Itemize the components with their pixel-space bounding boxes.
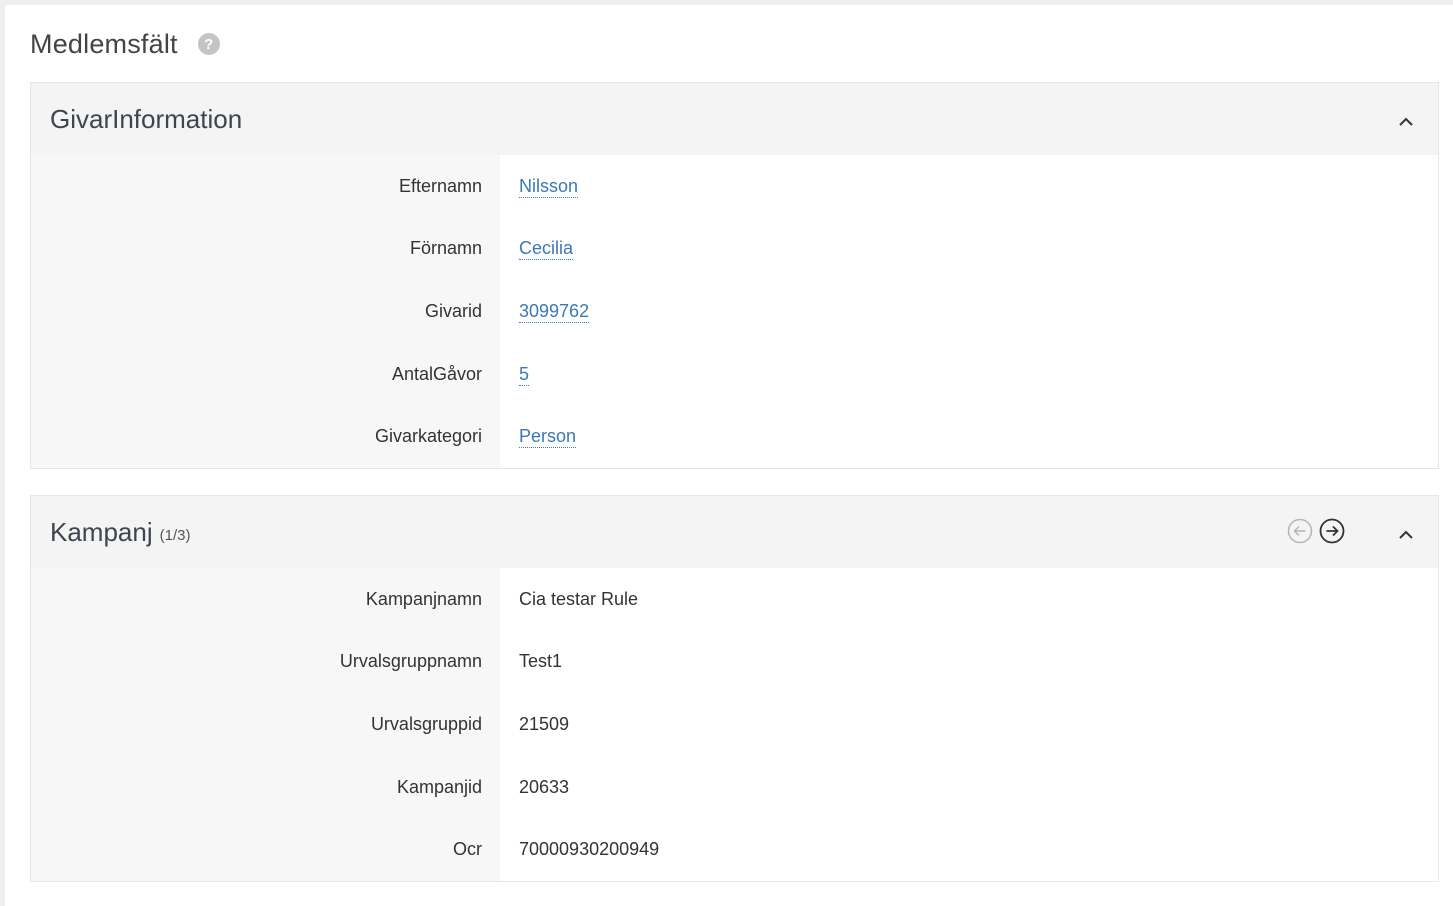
chevron-up-icon[interactable] [1396,524,1416,544]
page-header: Medlemsfält ? [30,24,220,64]
kampanj-panel: Kampanj (1/3) Kampanjnamn Urvalsgruppnam… [30,495,1439,882]
values-column: Cia testar Rule Test1 21509 20633 700009… [500,568,1438,881]
page: Medlemsfält ? GivarInformation Efternamn… [5,5,1453,906]
panel-body: Kampanjnamn Urvalsgruppnamn Urvalsgruppi… [31,568,1438,881]
arrow-right-circle-icon[interactable] [1319,518,1345,544]
panel-heading: GivarInformation [31,83,1438,155]
field-label-antalgavor: AntalGåvor [391,363,482,384]
panel-heading: Kampanj (1/3) [31,496,1438,568]
field-value-kampanjid: 20633 [519,776,570,797]
field-value-urvalsgruppid: 21509 [519,713,570,734]
campaign-pager [1287,518,1345,544]
editable-value-fornamn[interactable]: Cecilia [519,237,574,261]
chevron-up-icon[interactable] [1396,111,1416,131]
field-label-efternamn: Efternamn [398,175,482,196]
editable-value-givarid[interactable]: 3099762 [519,300,590,323]
page-title: Medlemsfält [30,28,178,59]
labels-column: Kampanjnamn Urvalsgruppnamn Urvalsgruppi… [31,568,500,881]
panel-body: Efternamn Förnamn Givarid AntalGåvor Giv… [31,155,1438,468]
labels-column: Efternamn Förnamn Givarid AntalGåvor Giv… [31,155,500,468]
panel-title: GivarInformation [50,103,243,134]
field-label-urvalsgruppnamn: Urvalsgruppnamn [339,651,482,672]
field-value-kampanjnamn: Cia testar Rule [519,588,639,609]
field-label-ocr: Ocr [453,839,482,860]
field-label-kampanjid: Kampanjid [396,776,482,797]
arrow-left-circle-icon[interactable] [1287,518,1313,544]
field-label-kampanjnamn: Kampanjnamn [365,588,482,609]
field-label-urvalsgruppid: Urvalsgruppid [370,713,482,734]
question-circle-icon[interactable]: ? [197,33,220,55]
givar-information-panel: GivarInformation Efternamn Förnamn Givar… [30,82,1439,469]
field-label-givarid: Givarid [424,300,482,321]
field-value-ocr: 70000930200949 [519,839,660,860]
panel-title: Kampanj [50,516,153,547]
editable-value-efternamn[interactable]: Nilsson [519,175,579,198]
panel-counter: (1/3) [159,526,191,544]
editable-value-givarkategori[interactable]: Person [519,425,577,449]
field-label-fornamn: Förnamn [409,238,482,259]
editable-value-antalgavor[interactable]: 5 [519,363,530,386]
field-value-urvalsgruppnamn: Test1 [519,651,563,672]
field-label-givarkategori: Givarkategori [374,426,482,447]
values-column: Nilsson Cecilia 3099762 5 Person [500,155,1438,468]
